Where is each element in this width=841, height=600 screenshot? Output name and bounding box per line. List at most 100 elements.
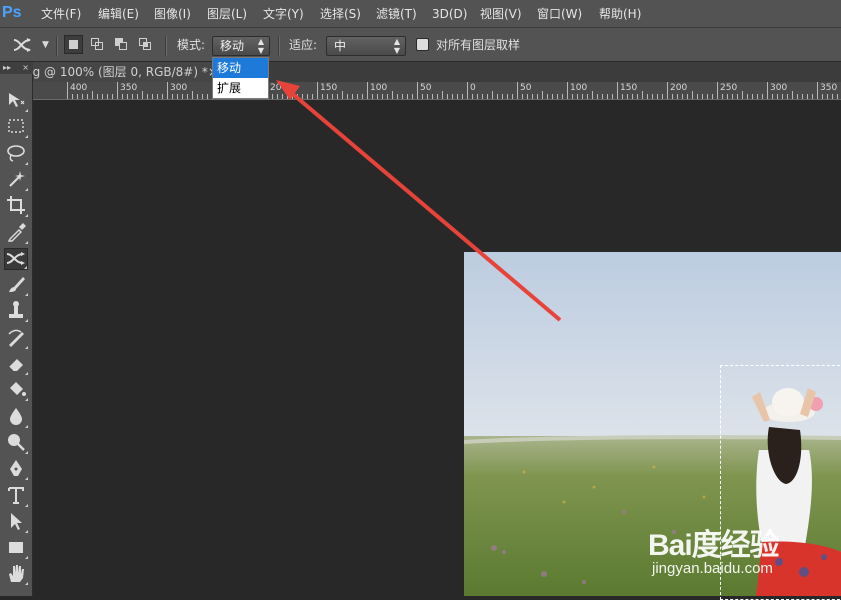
- selection-new-button[interactable]: [64, 35, 83, 54]
- adapt-label: 适应:: [289, 38, 318, 52]
- ruler-label: 250: [720, 83, 738, 93]
- adapt-select[interactable]: 中 ▲ ▼: [326, 36, 406, 56]
- intersect-selection-icon-part2: [143, 42, 151, 50]
- menu-window[interactable]: 窗口(W): [537, 0, 582, 28]
- menu-view[interactable]: 视图(V): [480, 0, 522, 28]
- menu-bar: Ps 文件(F) 编辑(E) 图像(I) 图层(L) 文字(Y) 选择(S) 滤…: [0, 0, 841, 28]
- eraser-tool[interactable]: [4, 353, 28, 375]
- ruler-minor-tick: [447, 94, 448, 99]
- ruler-minor-tick: [707, 94, 708, 99]
- menu-type[interactable]: 文字(Y): [263, 0, 304, 28]
- close-icon[interactable]: ×: [22, 62, 29, 74]
- ruler-minor-tick: [287, 94, 288, 99]
- chevron-down-icon[interactable]: ▼: [42, 36, 49, 54]
- toolbox-panel: ▸▸ ×: [0, 62, 33, 596]
- move-icon: [4, 89, 28, 111]
- crop-tool[interactable]: [4, 195, 28, 217]
- selection-intersect-button[interactable]: [136, 35, 155, 54]
- ruler-label: 100: [570, 83, 588, 93]
- content-aware-move-tool[interactable]: [4, 248, 28, 270]
- ruler-minor-tick: [692, 91, 693, 99]
- ruler-minor-tick: [492, 91, 493, 99]
- ruler-minor-tick: [302, 94, 303, 99]
- brush-tool[interactable]: [4, 274, 28, 296]
- sample-all-layers-checkbox[interactable]: [416, 38, 429, 51]
- tool-group-indicator-icon: [25, 135, 28, 138]
- history-brush-icon: [4, 326, 28, 348]
- ruler-minor-tick: [357, 94, 358, 99]
- rectangle-shape-icon: [4, 536, 28, 558]
- shape-tool[interactable]: [4, 537, 28, 559]
- type-tool[interactable]: [4, 485, 28, 507]
- selection-add-button[interactable]: [88, 35, 107, 54]
- ruler-major-tick: [567, 82, 568, 99]
- tool-group-indicator-icon: [25, 477, 28, 480]
- pen-tool[interactable]: [4, 458, 28, 480]
- content-aware-move-icon[interactable]: [12, 36, 36, 54]
- ruler-major-tick: [467, 82, 468, 99]
- sample-all-layers-label[interactable]: 对所有图层取样: [436, 28, 520, 62]
- ruler-minor-tick: [607, 94, 608, 99]
- ruler-minor-tick: [462, 94, 463, 99]
- ruler-minor-tick: [777, 94, 778, 99]
- ruler-minor-tick: [442, 91, 443, 99]
- separator: [278, 36, 280, 56]
- horizontal-ruler[interactable]: 4003503002502001501005005010015020025030…: [33, 82, 841, 100]
- mode-option-extend[interactable]: 扩展: [213, 78, 268, 98]
- ruler-minor-tick: [527, 94, 528, 99]
- ruler-minor-tick: [582, 94, 583, 99]
- stamp-icon: [4, 299, 28, 321]
- mode-select[interactable]: 移动 ▲ ▼: [212, 36, 270, 56]
- dodge-tool[interactable]: [4, 432, 28, 454]
- ruler-label: 150: [320, 83, 338, 93]
- document-tab[interactable]: pg @ 100% (图层 0, RGB/8#) * ×: [33, 62, 223, 82]
- adapt-select-value: 中: [334, 39, 347, 53]
- ruler-minor-tick: [762, 94, 763, 99]
- ruler-minor-tick: [292, 91, 293, 99]
- ruler-label: 400: [70, 83, 88, 93]
- menu-image[interactable]: 图像(I): [154, 0, 191, 28]
- menu-layer[interactable]: 图层(L): [207, 0, 247, 28]
- lasso-tool[interactable]: [4, 143, 28, 165]
- ruler-minor-tick: [822, 94, 823, 99]
- magic-wand-tool[interactable]: [4, 169, 28, 191]
- selection-subtract-button[interactable]: [112, 35, 131, 54]
- paint-bucket-tool[interactable]: [4, 379, 28, 401]
- eyedropper-tool[interactable]: [4, 222, 28, 244]
- subtract-selection-icon-part: [119, 42, 127, 50]
- marquee-tool[interactable]: [4, 116, 28, 138]
- ruler-minor-tick: [572, 94, 573, 99]
- updown-arrows-icon: ▲ ▼: [257, 37, 264, 55]
- document-tab-bar: pg @ 100% (图层 0, RGB/8#) * ×: [33, 62, 841, 82]
- mode-dropdown-menu: 移动 扩展: [212, 57, 269, 99]
- ruler-minor-tick: [87, 94, 88, 99]
- menu-select[interactable]: 选择(S): [320, 0, 361, 28]
- menu-file[interactable]: 文件(F): [41, 0, 81, 28]
- ruler-minor-tick: [647, 94, 648, 99]
- collapse-icon[interactable]: ▸▸: [3, 63, 11, 72]
- ruler-minor-tick: [97, 94, 98, 99]
- ruler-minor-tick: [157, 94, 158, 99]
- path-select-tool[interactable]: [4, 511, 28, 533]
- mode-option-move[interactable]: 移动: [213, 58, 268, 78]
- menu-edit[interactable]: 编辑(E): [98, 0, 139, 28]
- blur-tool[interactable]: [4, 406, 28, 428]
- ruler-minor-tick: [497, 94, 498, 99]
- ruler-minor-tick: [82, 94, 83, 99]
- move-tool[interactable]: [4, 90, 28, 112]
- ruler-minor-tick: [662, 94, 663, 99]
- history-brush-tool[interactable]: [4, 327, 28, 349]
- eyedropper-icon: [4, 221, 28, 243]
- ruler-minor-tick: [652, 94, 653, 99]
- ruler-minor-tick: [747, 94, 748, 99]
- tool-group-indicator-icon: [25, 504, 28, 507]
- stamp-tool[interactable]: [4, 300, 28, 322]
- ruler-label: 200: [270, 83, 288, 93]
- hand-tool[interactable]: [4, 563, 28, 585]
- separator: [56, 36, 58, 56]
- ruler-minor-tick: [427, 94, 428, 99]
- menu-3d[interactable]: 3D(D): [432, 0, 467, 28]
- menu-help[interactable]: 帮助(H): [599, 0, 641, 28]
- ruler-minor-tick: [827, 94, 828, 99]
- menu-filter[interactable]: 滤镜(T): [376, 0, 417, 28]
